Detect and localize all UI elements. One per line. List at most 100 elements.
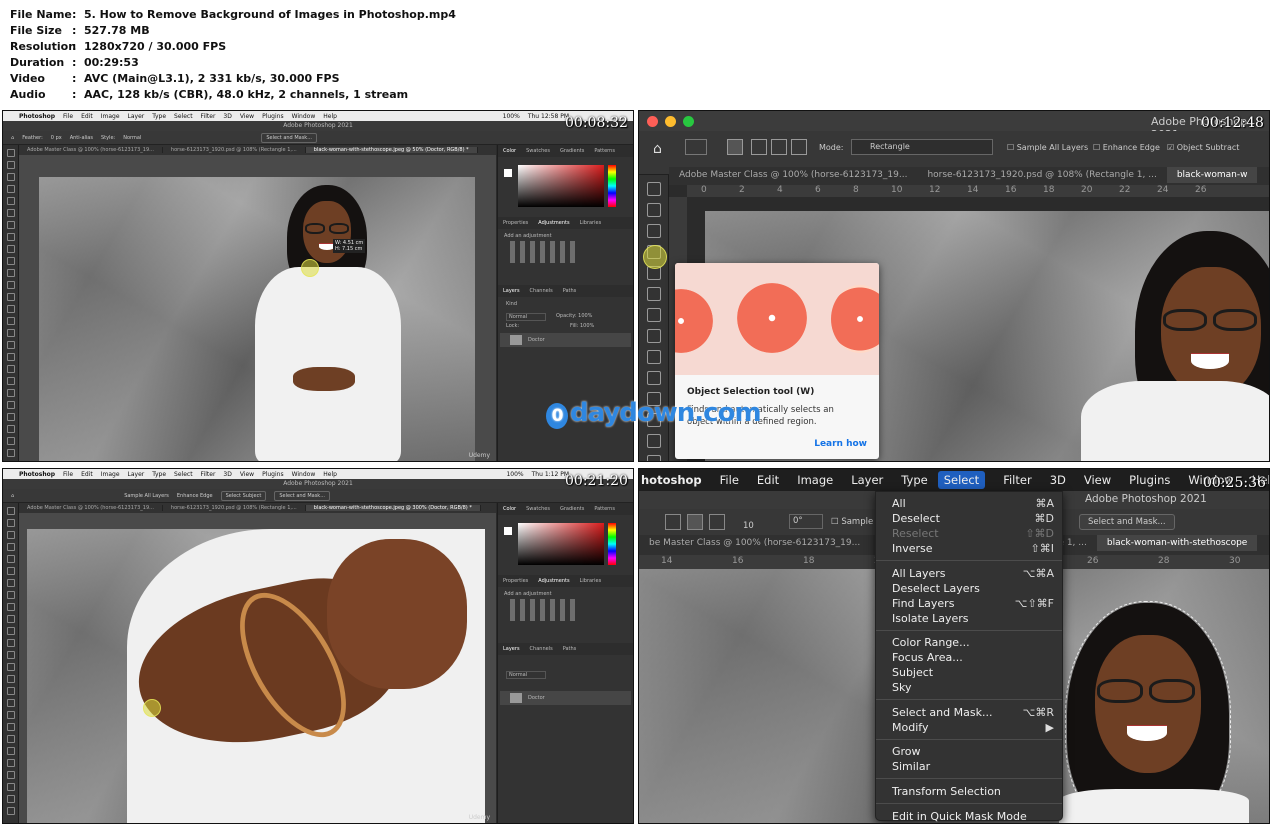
sample-checkbox[interactable]: ☐ Sample [831,517,873,527]
home-icon[interactable]: ⌂ [11,135,14,141]
option-item[interactable]: Style: [101,135,115,141]
menu-plugins[interactable]: Plugins [262,471,284,478]
tool-button[interactable] [6,269,15,277]
menu-edit[interactable]: Edit [81,113,93,120]
tool-button[interactable] [6,281,15,289]
option-item[interactable]: Normal [123,135,141,141]
menu-item-similar[interactable]: Similar [892,759,1054,774]
blend-mode-select[interactable]: Normal [506,313,546,321]
tool-button[interactable] [6,365,15,373]
menu-filter[interactable]: Filter [1003,473,1031,487]
brush-options-icon[interactable] [709,514,725,530]
intersect-selection-icon[interactable] [791,139,807,155]
document-tab[interactable]: horse-6123173_1920.psd @ 108% (Rectangle… [917,167,1166,183]
tool-button[interactable] [6,507,15,515]
option-item[interactable]: Select and Mask... [274,490,330,501]
menu-photoshop[interactable]: Photoshop [19,471,55,478]
tool-button[interactable] [6,341,15,349]
tool-button[interactable] [6,389,15,397]
tool-button[interactable] [6,555,15,563]
panel-tab[interactable]: Adjustments [533,578,574,584]
menu-plugins[interactable]: Plugins [262,113,284,120]
layers-panel-tabs[interactable]: Layers Channels Paths [498,285,633,297]
option-item[interactable]: Select and Mask... [261,132,317,143]
layer-row[interactable]: Doctor [500,333,631,347]
tools-panel[interactable] [3,503,19,823]
tool-button[interactable] [646,371,661,385]
tool-button[interactable] [646,329,661,343]
fill-field[interactable]: Fill: 100% [570,323,594,329]
menu-item-grow[interactable]: Grow [892,744,1054,759]
menu-item-transform-selection[interactable]: Transform Selection [892,784,1054,799]
menu-filter[interactable]: Filter [201,113,216,120]
tool-button[interactable] [6,771,15,779]
menu-item-edit-in-quick-mask-mode[interactable]: Edit in Quick Mask Mode [892,809,1054,823]
option-item[interactable]: Enhance Edge [177,493,213,499]
panel-tab[interactable]: Color [498,506,521,512]
menu-layer[interactable]: Layer [128,471,145,478]
blend-mode-select[interactable]: Normal [506,671,546,679]
tool-button[interactable] [6,257,15,265]
tool-button[interactable] [6,711,15,719]
foreground-swatch[interactable] [504,527,512,535]
menu-layer[interactable]: Layer [851,473,883,487]
menu-view[interactable]: View [240,471,254,478]
tool-button[interactable] [6,329,15,337]
menu-3d[interactable]: 3D [1050,473,1066,487]
document-tab[interactable]: black-woman-with-stethoscope [1096,535,1258,551]
menu-item-deselect[interactable]: Deselect ⌘D [892,511,1054,526]
tool-button[interactable] [6,615,15,623]
tool-button[interactable] [6,353,15,361]
object-subtract-checkbox[interactable]: ☑ Object Subtract [1167,143,1239,152]
panel-tab[interactable]: Gradients [555,506,589,512]
layers-panel-tabs[interactable]: Layers Channels Paths [498,643,633,655]
document-tab[interactable]: black-woman-with-stethoscope.jpeg @ 300%… [305,505,481,511]
panel-tab[interactable]: Properties [498,578,533,584]
tool-button[interactable] [6,783,15,791]
document-tab[interactable]: horse-6123173_1920.psd @ 108% (Rectangle… [163,505,306,511]
menu-item-isolate-layers[interactable]: Isolate Layers [892,611,1054,626]
color-panel-tabs[interactable]: Color Swatches Gradients Patterns [498,503,633,515]
tool-button[interactable] [6,663,15,671]
menu-image[interactable]: Image [797,473,833,487]
option-item[interactable]: Feather: [22,135,43,141]
menu-item-focus-area[interactable]: Focus Area... [892,650,1054,665]
panel-tab[interactable]: Properties [498,220,533,226]
menu-type[interactable]: Type [152,471,166,478]
menu-select[interactable]: Select [174,113,193,120]
tool-button[interactable] [6,651,15,659]
tool-button[interactable] [646,182,661,196]
select-and-mask-button[interactable]: Select and Mask... [1079,514,1175,530]
tools-panel[interactable] [3,145,19,461]
panel-tab[interactable]: Adjustments [533,220,574,226]
tool-button[interactable] [6,747,15,755]
document-tab[interactable]: Adobe Master Class @ 100% (horse-6123173… [19,147,163,153]
tool-button[interactable] [6,437,15,445]
document-tab[interactable]: horse-6123173_1920.psd @ 108% (Rectangle… [163,147,306,153]
tool-button[interactable] [6,675,15,683]
tool-button[interactable] [6,603,15,611]
menu-file[interactable]: File [63,471,73,478]
color-picker-field[interactable] [518,523,604,565]
menu-file[interactable]: File [720,473,739,487]
properties-panel-tabs[interactable]: Properties Adjustments Libraries [498,217,633,229]
document-tab[interactable]: black-woman-with-stethoscope.jpeg @ 50% … [305,147,478,153]
tool-button[interactable] [6,579,15,587]
tool-button[interactable] [646,350,661,364]
option-item[interactable]: Select Subject [220,490,267,501]
menu-help[interactable]: Help [323,471,337,478]
canvas-area[interactable]: W: 4.51 cm H: 7.15 cm Udemy [19,155,496,461]
hue-slider[interactable] [608,523,616,565]
tool-button[interactable] [6,413,15,421]
tool-button[interactable] [6,233,15,241]
panel-tab[interactable]: Swatches [521,148,555,154]
brush-add-icon[interactable] [665,514,681,530]
brush-subtract-icon[interactable] [687,514,703,530]
tool-button[interactable] [6,305,15,313]
option-item[interactable]: Sample All Layers [124,493,169,499]
sample-all-layers-checkbox[interactable]: ☐ Sample All Layers [1007,143,1088,152]
menu-select[interactable]: Select [174,471,193,478]
tool-button[interactable] [6,699,15,707]
menu-type[interactable]: Type [152,113,166,120]
menu-photoshop[interactable]: Photoshop [19,113,55,120]
